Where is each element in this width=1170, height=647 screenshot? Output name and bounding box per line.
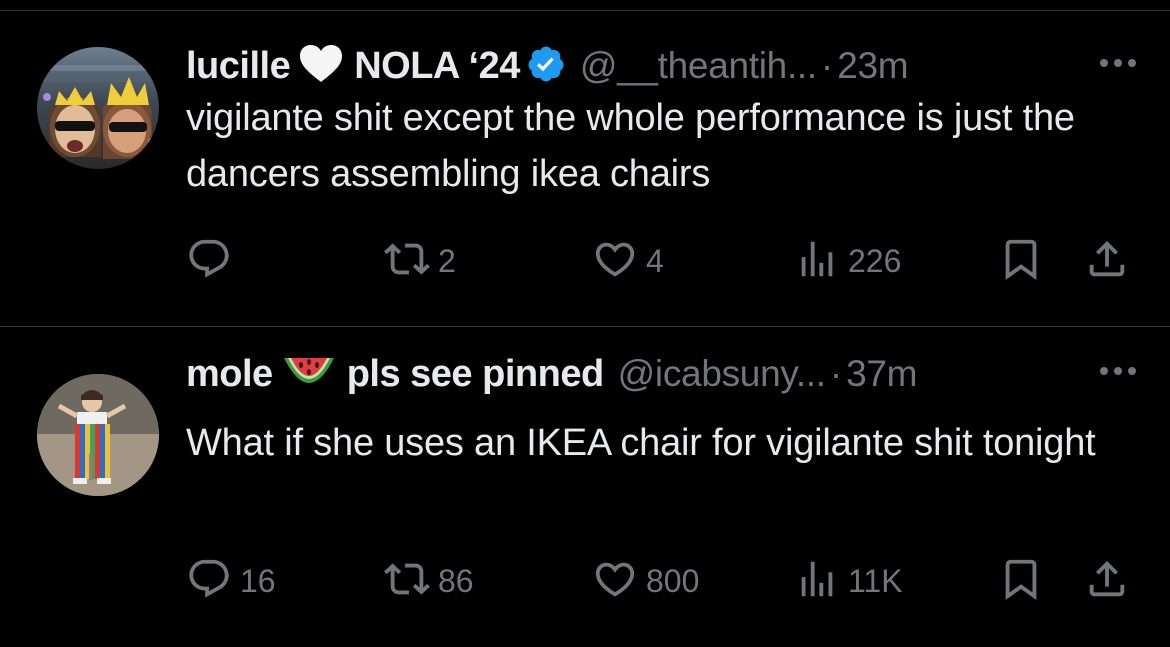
display-name-suffix[interactable]: NOLA ‘24 [354, 45, 520, 88]
reply-button[interactable] [186, 236, 240, 286]
bookmark-button[interactable] [998, 556, 1044, 606]
like-icon [592, 556, 638, 607]
bookmark-icon [998, 236, 1044, 287]
reply-icon [186, 236, 232, 287]
bookmark-button[interactable] [998, 236, 1044, 286]
share-button[interactable] [1084, 556, 1130, 606]
tweet-mole[interactable]: mole pls see pinned @icabsuny... · 37m W [0, 327, 1170, 647]
share-icon [1084, 556, 1130, 607]
tweet-actions: 16 86 800 11K [186, 556, 1141, 606]
views-icon [794, 236, 840, 287]
share-button[interactable] [1084, 236, 1130, 286]
user-handle[interactable]: @__theantih... [580, 45, 817, 87]
more-options-icon[interactable] [1096, 361, 1140, 386]
views-button[interactable]: 226 [794, 236, 901, 286]
timestamp[interactable]: 23m [837, 45, 908, 87]
tweet-header: lucille NOLA ‘24 @__theantih... · 23m [186, 41, 1140, 91]
verified-badge-icon [526, 44, 566, 89]
retweet-button[interactable]: 2 [384, 236, 456, 286]
avatar[interactable] [37, 47, 159, 169]
display-name[interactable]: lucille [186, 45, 291, 88]
retweet-count: 2 [438, 242, 456, 279]
user-handle[interactable]: @icabsuny... [618, 353, 826, 395]
timestamp[interactable]: 37m [846, 353, 917, 395]
like-icon [592, 236, 638, 287]
view-count: 11K [848, 562, 903, 599]
share-icon [1084, 236, 1130, 287]
like-button[interactable]: 800 [592, 556, 699, 606]
separator-dot: · [829, 353, 843, 394]
reply-count: 16 [240, 562, 276, 599]
display-name[interactable]: mole [186, 353, 273, 396]
retweet-button[interactable]: 86 [384, 556, 474, 606]
tweet-actions: 2 4 226 [186, 236, 1141, 286]
reply-button[interactable]: 16 [186, 556, 276, 606]
watermelon-icon [281, 352, 337, 397]
like-count: 4 [646, 242, 664, 279]
views-button[interactable]: 11K [794, 556, 903, 606]
white-heart-icon [298, 44, 344, 89]
retweet-icon [384, 556, 430, 607]
bookmark-icon [998, 556, 1044, 607]
like-count: 800 [646, 562, 700, 599]
tweet-lucille[interactable]: lucille NOLA ‘24 @__theantih... · 23m vi… [0, 11, 1170, 326]
tweet-text: What if she uses an IKEA chair for vigil… [186, 422, 1096, 464]
separator-dot: · [820, 45, 834, 86]
retweet-count: 86 [438, 562, 474, 599]
tweet-text: vigilante shit except the whole performa… [186, 97, 1075, 195]
display-name-suffix[interactable]: pls see pinned [347, 353, 604, 396]
views-icon [794, 556, 840, 607]
view-count: 226 [848, 242, 902, 279]
avatar[interactable] [37, 374, 159, 496]
retweet-icon [384, 236, 430, 287]
reply-icon [186, 556, 232, 607]
more-options-icon[interactable] [1096, 53, 1140, 78]
tweet-header: mole pls see pinned @icabsuny... · 37m [186, 349, 1140, 399]
like-button[interactable]: 4 [592, 236, 664, 286]
